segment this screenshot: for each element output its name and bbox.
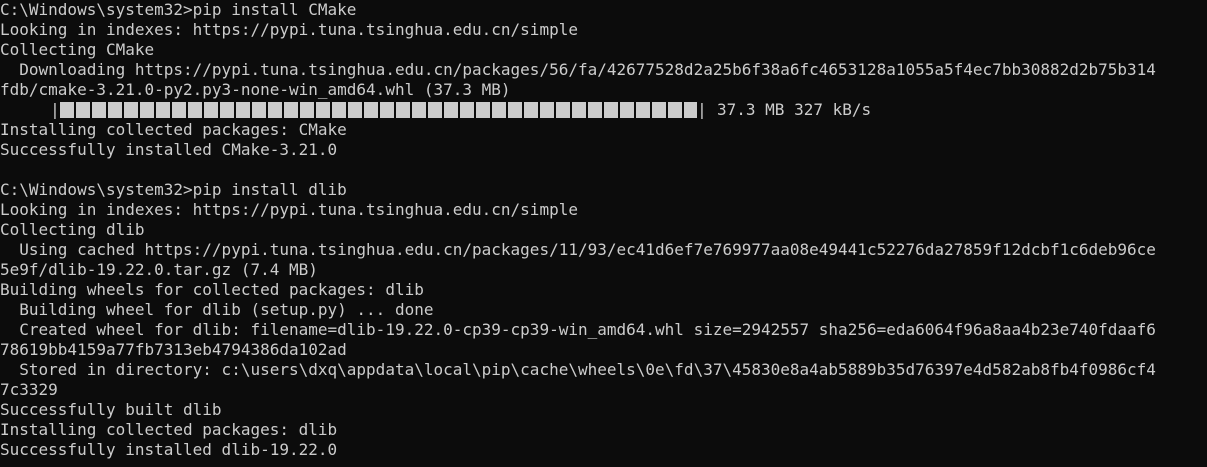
terminal-line: Stored in directory: c:\users\dxq\appdat… [0, 360, 1156, 379]
terminal-line: Using cached https://pypi.tuna.tsinghua.… [0, 240, 1156, 259]
terminal-line: Successfully installed CMake-3.21.0 [0, 140, 338, 159]
terminal-window[interactable]: C:\Windows\system32>pip install CMake Lo… [0, 0, 1207, 467]
progress-bar [60, 102, 697, 118]
progress-bar-fill [60, 102, 697, 118]
terminal-line: Successfully built dlib [0, 400, 222, 419]
terminal-line: 7c3329 [0, 380, 58, 399]
terminal-line: Collecting CMake [0, 40, 155, 59]
terminal-line: 78619bb4159a77fb7313eb4794386da102ad [0, 340, 347, 359]
terminal-line: Looking in indexes: https://pypi.tuna.ts… [0, 20, 578, 39]
terminal-line: Created wheel for dlib: filename=dlib-19… [0, 320, 1156, 339]
terminal-line: C:\Windows\system32>pip install dlib [0, 180, 347, 199]
terminal-line: Successfully installed dlib-19.22.0 [0, 440, 338, 459]
terminal-line: fdb/cmake-3.21.0-py2.py3-none-win_amd64.… [0, 80, 511, 99]
progress-bar-right-edge: | [697, 100, 707, 119]
terminal-line: Collecting dlib [0, 220, 145, 239]
progress-stats: 37.3 MB 327 kB/s [717, 100, 872, 119]
terminal-line: 5e9f/dlib-19.22.0.tar.gz (7.4 MB) [0, 260, 318, 279]
download-progress: | | 37.3 MB 327 kB/s [0, 100, 1207, 120]
terminal-line: C:\Windows\system32>pip install CMake [0, 0, 357, 19]
terminal-line: Installing collected packages: CMake [0, 120, 347, 139]
progress-bar-left-edge: | [50, 100, 60, 119]
terminal-line: Looking in indexes: https://pypi.tuna.ts… [0, 200, 578, 219]
terminal-line: Building wheel for dlib (setup.py) ... d… [0, 300, 434, 319]
terminal-line: Downloading https://pypi.tuna.tsinghua.e… [0, 60, 1156, 79]
terminal-line: Building wheels for collected packages: … [0, 280, 424, 299]
terminal-line: Installing collected packages: dlib [0, 420, 338, 439]
